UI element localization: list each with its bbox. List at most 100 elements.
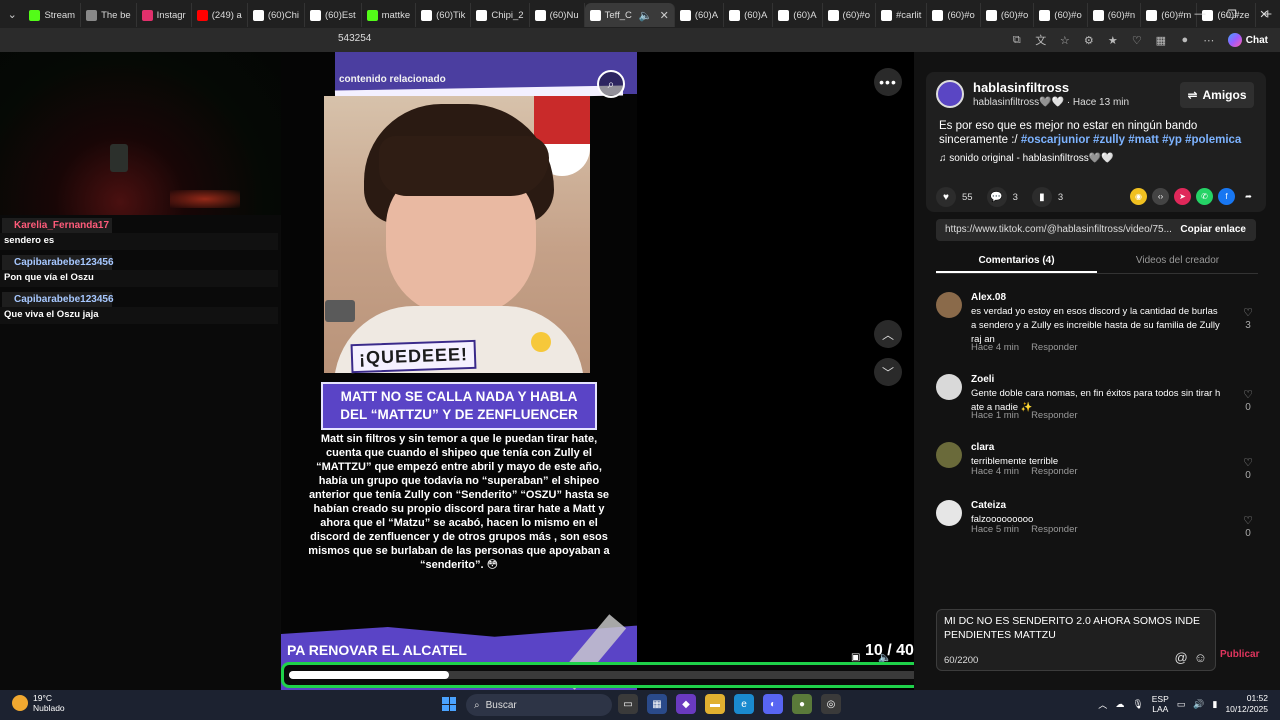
browser-tab[interactable]: Chipi_2 [471, 3, 530, 27]
send-icon[interactable]: ➤ [1174, 188, 1191, 205]
reply-button[interactable]: Responder [1031, 466, 1077, 477]
commenter-name[interactable]: clara [971, 442, 994, 453]
commenter-avatar[interactable] [936, 374, 962, 400]
browser-tab[interactable]: (60)A [773, 3, 823, 27]
comment-like-icon[interactable]: ♡ [1240, 514, 1256, 527]
reply-button[interactable]: Responder [1031, 410, 1077, 421]
browser-tab[interactable]: mattke [362, 3, 417, 27]
commenter-name[interactable]: Zoeli [971, 374, 994, 385]
commenter-avatar[interactable] [936, 292, 962, 318]
post-comment-button[interactable]: Publicar [1220, 649, 1259, 660]
store-icon[interactable]: ▦ [647, 694, 667, 714]
video-search-icon[interactable]: ⌕ [597, 70, 625, 98]
open-app-icon[interactable]: ⧉ [1008, 30, 1026, 50]
file-explorer-icon[interactable]: ▬ [705, 694, 725, 714]
profile-avatar-icon[interactable]: ● [1176, 30, 1194, 50]
embed-icon[interactable]: ‹› [1152, 188, 1169, 205]
edge-browser-icon[interactable]: e [734, 694, 754, 714]
commenter-avatar[interactable] [936, 442, 962, 468]
hashtags[interactable]: #oscarjunior #zully #matt #yp #polemica [1021, 134, 1242, 146]
whatsapp-icon[interactable]: ✆ [1196, 188, 1213, 205]
network-icon[interactable]: ☁ [1115, 699, 1124, 710]
save-stat[interactable]: ▮ 3 [1031, 187, 1063, 207]
progress-track[interactable] [289, 671, 927, 679]
post-link[interactable]: https://www.tiktok.com/@hablasinfiltross… [945, 224, 1175, 235]
tab-list-menu-icon[interactable]: ⌄ [0, 0, 24, 28]
comment-like-icon[interactable]: ♡ [1240, 456, 1256, 469]
browser-tab[interactable]: (60)#o [927, 3, 981, 27]
reply-button[interactable]: Responder [1031, 342, 1077, 353]
maximize-icon[interactable]: ❐ [1216, 0, 1248, 28]
comment-input[interactable]: MI DC NO ES SENDERITO 2.0 AHORA SOMOS IN… [944, 614, 1214, 642]
commenter-name[interactable]: Alex.08 [971, 292, 1006, 303]
browser-tab[interactable]: (60)#o [823, 3, 876, 27]
browser-tab[interactable]: Instagr [137, 3, 192, 27]
emoji-icon[interactable]: ☺ [1194, 650, 1207, 665]
creator-name[interactable]: hablasinfiltross [973, 80, 1069, 95]
mic-icon[interactable]: 🎙 [1132, 699, 1143, 710]
more-menu-icon[interactable]: ⋯ [1200, 30, 1218, 50]
browser-tab[interactable]: (60)Est [305, 3, 362, 27]
browser-tab[interactable]: (60)Chi [248, 3, 305, 27]
close-window-icon[interactable]: ✕ [1248, 0, 1280, 28]
speaker-icon[interactable]: 🔊 [1193, 699, 1204, 710]
friends-button[interactable]: ⇌ Amigos [1180, 82, 1254, 108]
browser-tab[interactable]: (60)A [724, 3, 774, 27]
more-options-button[interactable]: ••• [874, 68, 902, 96]
heart-pulse-icon[interactable]: ♡ [1128, 30, 1146, 50]
extensions-icon[interactable]: ⚙ [1080, 30, 1098, 50]
browser-tab[interactable]: The be [81, 3, 137, 27]
comment-stat[interactable]: 💬 3 [986, 187, 1018, 207]
comment-like-icon[interactable]: ♡ [1240, 306, 1256, 319]
minimize-icon[interactable]: — [1184, 0, 1216, 28]
weather-widget[interactable]: 19°C Nublado [12, 693, 65, 713]
browser-tab[interactable]: (60)#o [981, 3, 1035, 27]
browser-tab[interactable]: #carlit [876, 3, 928, 27]
sound-link[interactable]: ♫ sonido original - hablasinfiltross🩶🤍 [939, 153, 1114, 164]
browser-tab[interactable]: Teff_C 🔈 ✕ [584, 3, 675, 27]
comment-composer[interactable]: MI DC NO ES SENDERITO 2.0 AHORA SOMOS IN… [936, 609, 1216, 671]
battery-icon[interactable]: ▮ [1213, 699, 1218, 710]
collections-icon[interactable]: ▦ [1152, 30, 1170, 50]
close-tab-icon[interactable]: ✕ [660, 9, 669, 22]
browser-tab[interactable]: (60)Tik [416, 3, 472, 27]
app-icon[interactable]: ● [792, 694, 812, 714]
copilot-app-icon[interactable]: ◆ [676, 694, 696, 714]
commenter-avatar[interactable] [936, 500, 962, 526]
clock[interactable]: 01:52 10/12/2025 [1225, 693, 1268, 715]
mention-icon[interactable]: @ [1175, 650, 1188, 665]
video-progress-bar[interactable] [281, 662, 935, 688]
browser-tab[interactable]: (60)A [675, 3, 725, 27]
like-stat[interactable]: ♥ 55 [936, 187, 973, 207]
obs-icon[interactable]: ◎ [821, 694, 841, 714]
task-view-icon[interactable]: ▭ [618, 694, 638, 714]
comment-like-icon[interactable]: ♡ [1240, 388, 1256, 401]
creator-avatar[interactable] [936, 80, 964, 108]
taskbar-search[interactable]: ⌕ Buscar [466, 694, 612, 716]
commenter-name[interactable]: Cateiza [971, 500, 1006, 511]
browser-tab[interactable]: (60)#o [1034, 3, 1088, 27]
coin-share-icon[interactable]: ◉ [1130, 188, 1147, 205]
start-button[interactable] [442, 697, 456, 711]
previous-video-button[interactable]: ︿ [874, 320, 902, 348]
url-text[interactable]: 543254 [338, 33, 371, 44]
next-video-button[interactable]: ﹀ [874, 358, 902, 386]
browser-tab[interactable]: Stream [24, 3, 82, 27]
browser-tab[interactable]: (60)Nu [530, 3, 585, 27]
display-icon[interactable]: ▭ [1177, 699, 1186, 710]
favorites-icon[interactable]: ★ [1104, 30, 1122, 50]
browser-tab[interactable]: (249) a [192, 3, 248, 27]
tab-creator-videos[interactable]: Videos del creador [1097, 252, 1258, 273]
video-player[interactable]: contenido relacionado ⌕ ¡QUEDEEE! MATT N… [281, 52, 637, 690]
reply-button[interactable]: Responder [1031, 524, 1077, 535]
tray-expand-icon[interactable]: ︿ [1098, 698, 1107, 711]
browser-tab[interactable]: (60)#n [1088, 3, 1142, 27]
tab-audio-icon[interactable]: 🔈 [639, 9, 653, 22]
share-arrow-icon[interactable]: ➦ [1240, 188, 1257, 205]
language-indicator[interactable]: ESP LAA [1152, 694, 1169, 714]
copilot-chat-button[interactable]: Chat [1224, 30, 1272, 50]
address-bar[interactable]: 543254 ⧉ 文 ☆ ⚙ ★ ♡ ▦ ● ⋯ Chat [0, 28, 1280, 52]
copy-link-button[interactable]: Copiar enlace [1180, 224, 1246, 235]
translate-icon[interactable]: 文 [1032, 30, 1050, 50]
tab-comments[interactable]: Comentarios (4) [936, 252, 1097, 273]
